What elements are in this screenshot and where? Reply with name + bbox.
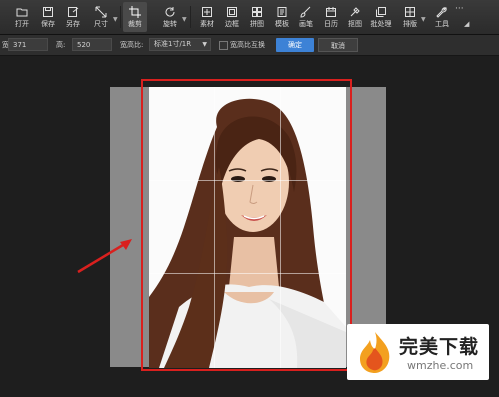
size-button[interactable]: 尺寸 (89, 2, 113, 32)
layout-label: 排版 (403, 20, 417, 28)
tools-button[interactable]: 工具 (430, 2, 454, 32)
size-label: 尺寸 (94, 20, 108, 28)
expand-icon[interactable]: ◢ (464, 20, 469, 28)
swap-ratio-label: 宽高比互换 (230, 41, 265, 49)
layout-icon (405, 7, 415, 17)
folder-open-icon (16, 8, 28, 17)
calendar-button[interactable]: 日历 (319, 2, 343, 32)
divider (120, 6, 121, 28)
cancel-button[interactable]: 取消 (318, 38, 358, 52)
calendar-label: 日历 (324, 20, 338, 28)
height-field[interactable]: 520 (72, 38, 112, 51)
save-as-label: 另存 (66, 20, 80, 28)
wrench-icon (436, 7, 447, 18)
chevron-down-icon: ▼ (202, 41, 207, 48)
brush-icon (300, 6, 311, 18)
collage-label: 拼图 (250, 20, 264, 28)
collage-button[interactable]: 拼图 (245, 2, 269, 32)
material-button[interactable]: 素材 (195, 2, 219, 32)
save-label: 保存 (41, 20, 55, 28)
rotate-button[interactable]: 旋转 (158, 2, 182, 32)
size-chevron-down-icon[interactable]: ▼ (113, 16, 118, 23)
template-button[interactable]: 模板 (270, 2, 294, 32)
crop-button[interactable]: 裁剪 (123, 2, 147, 32)
frame-button[interactable]: 边框 (220, 2, 244, 32)
cutout-button[interactable]: 抠图 (343, 2, 367, 32)
brush-label: 画笔 (299, 20, 313, 28)
open-label: 打开 (15, 20, 29, 28)
watermark-logo: 完美下载 wmzhe.com (347, 324, 489, 380)
height-label: 高: (56, 41, 66, 49)
calendar-icon (326, 7, 336, 17)
watermark-url: wmzhe.com (407, 359, 474, 372)
watermark-title: 完美下载 (399, 336, 480, 358)
arrow-icon (77, 239, 132, 274)
flame-logo-icon (360, 332, 390, 373)
template-icon (277, 7, 287, 17)
confirm-button[interactable]: 确定 (276, 38, 314, 52)
crop-icon (129, 6, 141, 18)
crop-options-bar: 宽: 371 高: 520 宽高比: 标准1寸/1R ▼ 宽高比互换 确定 取消 (0, 35, 499, 56)
rotate-label: 旋转 (163, 20, 177, 28)
batch-icon (376, 7, 386, 17)
layout-button[interactable]: 排版 (398, 2, 422, 32)
main-toolbar: 打开 保存 另存 尺寸 ▼ 裁剪 旋转 ▼ 素材 边框 拼图 模板 画笔 日历 … (0, 0, 499, 35)
open-button[interactable]: 打开 (10, 2, 34, 32)
rotate-icon (165, 7, 175, 17)
template-label: 模板 (275, 20, 289, 28)
width-field[interactable]: 371 (8, 38, 48, 51)
save-as-icon (68, 7, 79, 17)
ratio-value: 标准1寸/1R (154, 40, 192, 48)
divider (190, 6, 191, 28)
collage-icon (252, 7, 262, 17)
frame-icon (227, 7, 237, 17)
swap-ratio-checkbox[interactable] (219, 41, 228, 50)
layout-chevron-down-icon[interactable]: ▼ (421, 16, 426, 23)
material-icon (202, 7, 212, 17)
save-icon (43, 7, 53, 17)
crop-label: 裁剪 (128, 20, 142, 28)
batch-label: 批处理 (370, 20, 392, 28)
cutout-label: 抠图 (348, 20, 362, 28)
crop-selection-frame[interactable] (141, 79, 352, 371)
ratio-label: 宽高比: (120, 41, 144, 49)
resize-icon (95, 6, 107, 18)
rotate-chevron-down-icon[interactable]: ▼ (182, 16, 187, 23)
save-as-button[interactable]: 另存 (61, 2, 85, 32)
frame-label: 边框 (225, 20, 239, 28)
brush-button[interactable]: 画笔 (294, 2, 318, 32)
ratio-select[interactable]: 标准1寸/1R ▼ (149, 38, 211, 51)
material-label: 素材 (200, 20, 214, 28)
batch-button[interactable]: 批处理 (368, 2, 394, 32)
save-button[interactable]: 保存 (36, 2, 60, 32)
more-icon[interactable]: ··· (455, 4, 464, 14)
tools-label: 工具 (435, 20, 449, 28)
cutout-icon (350, 7, 360, 17)
